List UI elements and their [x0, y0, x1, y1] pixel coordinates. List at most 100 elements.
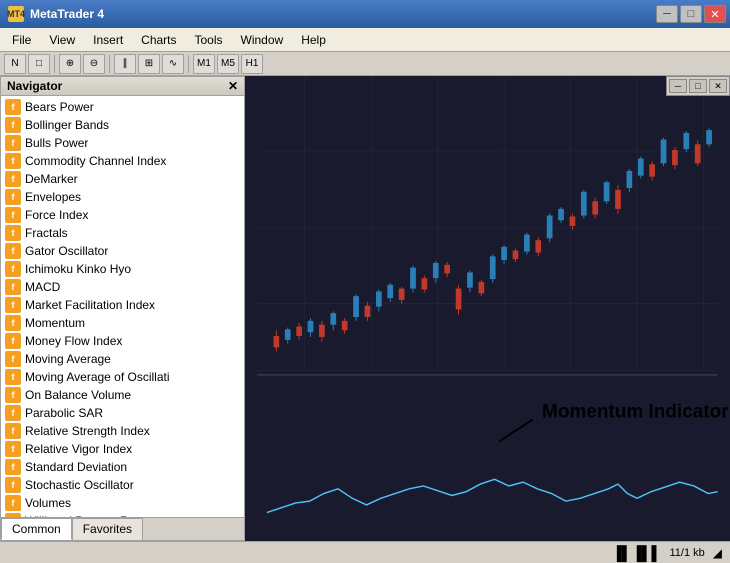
window-controls[interactable]: ─ □ ✕: [656, 5, 726, 23]
nav-label: Envelopes: [25, 190, 81, 204]
nav-label: Volumes: [25, 496, 71, 510]
minimize-button[interactable]: ─: [656, 5, 678, 23]
resize-grip-icon: ◢: [713, 546, 722, 560]
nav-label: Commodity Channel Index: [25, 154, 166, 168]
close-button[interactable]: ✕: [704, 5, 726, 23]
indicator-icon: f: [5, 315, 21, 331]
indicator-icon: f: [5, 405, 21, 421]
nav-item-stochastic[interactable]: f Stochastic Oscillator: [1, 476, 244, 494]
nav-item-envelopes[interactable]: f Envelopes: [1, 188, 244, 206]
window-title: MetaTrader 4: [30, 7, 104, 21]
nav-label: Fractals: [25, 226, 68, 240]
nav-item-momentum[interactable]: f Momentum: [1, 314, 244, 332]
inner-maximize[interactable]: □: [689, 79, 707, 93]
toolbar-chart-line[interactable]: ∿: [162, 54, 184, 74]
indicator-icon: f: [5, 297, 21, 313]
indicator-icon: f: [5, 477, 21, 493]
nav-label: Money Flow Index: [25, 334, 122, 348]
annotation-text: Momentum Indicator: [542, 402, 729, 423]
toolbar-separator-3: [188, 55, 189, 73]
chart-svg: Momentum Indicator: [245, 76, 730, 541]
nav-label: Market Facilitation Index: [25, 298, 155, 312]
nav-item-moving-average[interactable]: f Moving Average: [1, 350, 244, 368]
navigator-close-icon[interactable]: ✕: [228, 79, 238, 93]
navigator-list[interactable]: f Bears Power f Bollinger Bands f Bulls …: [1, 96, 244, 517]
tab-common[interactable]: Common: [1, 518, 72, 540]
main-area: Navigator ✕ f Bears Power f Bollinger Ba…: [0, 76, 730, 541]
nav-label: Ichimoku Kinko Hyo: [25, 262, 131, 276]
nav-label: Parabolic SAR: [25, 406, 103, 420]
status-info: 11/1 kb: [669, 547, 704, 559]
nav-item-bulls-power[interactable]: f Bulls Power: [1, 134, 244, 152]
toolbar-new[interactable]: N: [4, 54, 26, 74]
indicator-icon: f: [5, 351, 21, 367]
indicator-icon: f: [5, 243, 21, 259]
nav-item-money-flow[interactable]: f Money Flow Index: [1, 332, 244, 350]
nav-item-force-index[interactable]: f Force Index: [1, 206, 244, 224]
menu-window[interactable]: Window: [233, 31, 292, 49]
nav-item-volumes[interactable]: f Volumes: [1, 494, 244, 512]
menu-bar: File View Insert Charts Tools Window Hel…: [0, 28, 730, 52]
navigator-panel: Navigator ✕ f Bears Power f Bollinger Ba…: [0, 76, 245, 541]
nav-item-std-dev[interactable]: f Standard Deviation: [1, 458, 244, 476]
nav-label: Bulls Power: [25, 136, 88, 150]
nav-label: Momentum: [25, 316, 85, 330]
nav-label: On Balance Volume: [25, 388, 131, 402]
indicator-icon: f: [5, 153, 21, 169]
chart-area[interactable]: ─ □ ✕: [245, 76, 730, 541]
indicator-icon: f: [5, 495, 21, 511]
nav-label: Moving Average: [25, 352, 111, 366]
nav-item-rvi[interactable]: f Relative Vigor Index: [1, 440, 244, 458]
status-bar: ▐▌▐▌▌ 11/1 kb ◢: [0, 541, 730, 563]
inner-close[interactable]: ✕: [709, 79, 727, 93]
menu-help[interactable]: Help: [293, 31, 334, 49]
nav-item-rsi[interactable]: f Relative Strength Index: [1, 422, 244, 440]
toolbar-chart-candle[interactable]: ⊞: [138, 54, 160, 74]
nav-label: Relative Vigor Index: [25, 442, 132, 456]
navigator-header: Navigator ✕: [1, 77, 244, 96]
nav-label: DeMarker: [25, 172, 78, 186]
toolbar-period-m5[interactable]: M5: [217, 54, 239, 74]
title-bar: MT4 MetaTrader 4 ─ □ ✕: [0, 0, 730, 28]
nav-item-gator-oscillator[interactable]: f Gator Oscillator: [1, 242, 244, 260]
toolbar-zoom-out[interactable]: ⊖: [83, 54, 105, 74]
menu-charts[interactable]: Charts: [133, 31, 184, 49]
indicator-icon: f: [5, 441, 21, 457]
indicator-icon: f: [5, 99, 21, 115]
indicator-icon: f: [5, 261, 21, 277]
toolbar-period-h1[interactable]: H1: [241, 54, 263, 74]
navigator-title: Navigator: [7, 79, 62, 93]
navigator-tabs: Common Favorites: [1, 517, 244, 540]
nav-item-mao[interactable]: f Moving Average of Oscillati: [1, 368, 244, 386]
menu-insert[interactable]: Insert: [85, 31, 131, 49]
nav-label: Force Index: [25, 208, 88, 222]
nav-item-demarker[interactable]: f DeMarker: [1, 170, 244, 188]
nav-item-cci[interactable]: f Commodity Channel Index: [1, 152, 244, 170]
inner-minimize[interactable]: ─: [669, 79, 687, 93]
maximize-button[interactable]: □: [680, 5, 702, 23]
nav-item-bollinger-bands[interactable]: f Bollinger Bands: [1, 116, 244, 134]
indicator-icon: f: [5, 207, 21, 223]
nav-item-mfi[interactable]: f Market Facilitation Index: [1, 296, 244, 314]
nav-item-obv[interactable]: f On Balance Volume: [1, 386, 244, 404]
toolbar-period-m1[interactable]: M1: [193, 54, 215, 74]
indicator-icon: f: [5, 117, 21, 133]
nav-item-bears-power[interactable]: f Bears Power: [1, 98, 244, 116]
indicator-icon: f: [5, 387, 21, 403]
toolbar-separator-1: [54, 55, 55, 73]
nav-item-ichimoku[interactable]: f Ichimoku Kinko Hyo: [1, 260, 244, 278]
menu-tools[interactable]: Tools: [187, 31, 231, 49]
nav-item-macd[interactable]: f MACD: [1, 278, 244, 296]
nav-item-parabolic-sar[interactable]: f Parabolic SAR: [1, 404, 244, 422]
nav-label: Relative Strength Index: [25, 424, 150, 438]
menu-view[interactable]: View: [41, 31, 83, 49]
indicator-icon: f: [5, 135, 21, 151]
toolbar-open[interactable]: □: [28, 54, 50, 74]
menu-file[interactable]: File: [4, 31, 39, 49]
indicator-icon: f: [5, 171, 21, 187]
toolbar-zoom-in[interactable]: ⊕: [59, 54, 81, 74]
indicator-icon: f: [5, 459, 21, 475]
toolbar-chart-bar[interactable]: ∥: [114, 54, 136, 74]
tab-favorites[interactable]: Favorites: [72, 518, 143, 540]
nav-item-fractals[interactable]: f Fractals: [1, 224, 244, 242]
